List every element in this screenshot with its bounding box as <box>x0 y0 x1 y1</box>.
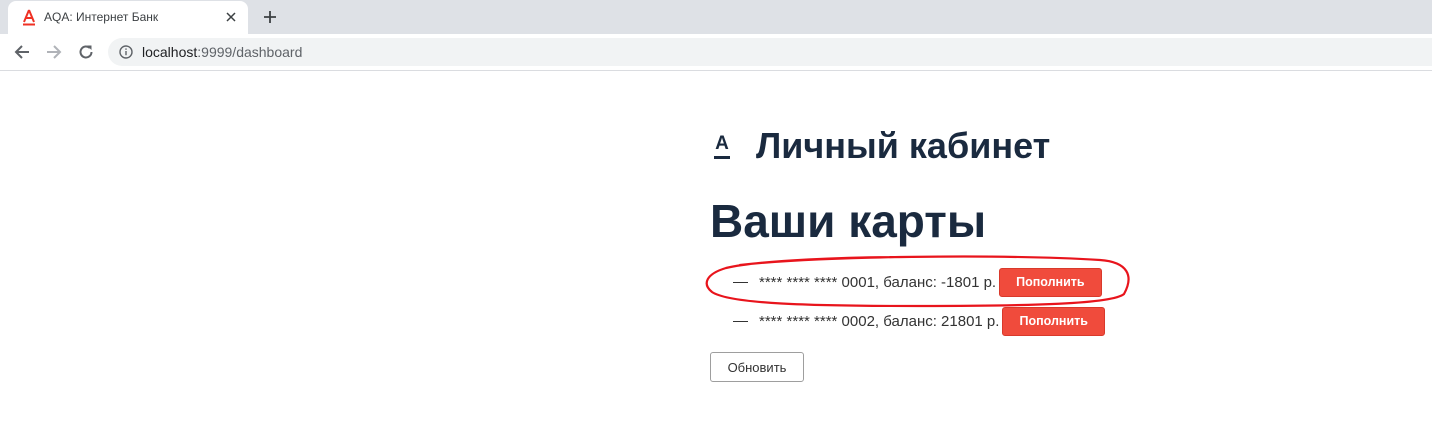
forward-arrow-icon[interactable] <box>44 42 64 62</box>
url-path: :9999/dashboard <box>197 44 303 60</box>
topup-button[interactable]: Пополнить <box>1002 306 1105 336</box>
list-dash <box>733 320 748 322</box>
card-item: **** **** **** 0002, баланс: 21801 р. По… <box>733 306 1105 336</box>
browser-tab[interactable]: AQA: Интернет Банк <box>8 1 248 34</box>
logo-letter: A <box>715 133 729 154</box>
card-item: **** **** **** 0001, баланс: -1801 р. По… <box>733 267 1102 297</box>
address-bar[interactable]: localhost:9999/dashboard <box>108 38 1432 66</box>
list-dash <box>733 281 748 283</box>
url-host: localhost <box>142 44 198 60</box>
back-arrow-icon[interactable] <box>12 42 32 62</box>
reload-icon[interactable] <box>76 42 96 62</box>
logo-underline <box>714 156 730 159</box>
tab-title: AQA: Интернет Банк <box>44 10 159 24</box>
bank-logo: A <box>713 134 731 160</box>
refresh-button[interactable]: Обновить <box>710 352 804 382</box>
card-info: **** **** **** 0002, баланс: 21801 р. <box>759 312 1000 330</box>
card-info: **** **** **** 0001, баланс: -1801 р. <box>759 273 997 291</box>
close-icon[interactable] <box>222 8 240 26</box>
toolbar-divider <box>0 70 1432 71</box>
cards-heading: Ваши карты <box>710 195 987 247</box>
tab-strip: AQA: Интернет Банк <box>0 0 1432 34</box>
browser-toolbar: localhost:9999/dashboard <box>0 34 1432 70</box>
alfa-favicon-icon <box>23 9 35 26</box>
info-icon[interactable] <box>119 45 133 59</box>
plus-icon[interactable] <box>259 6 281 28</box>
topup-button[interactable]: Пополнить <box>999 267 1102 297</box>
url-text[interactable]: localhost:9999/dashboard <box>142 44 302 60</box>
page-title: Личный кабинет <box>756 125 1051 166</box>
